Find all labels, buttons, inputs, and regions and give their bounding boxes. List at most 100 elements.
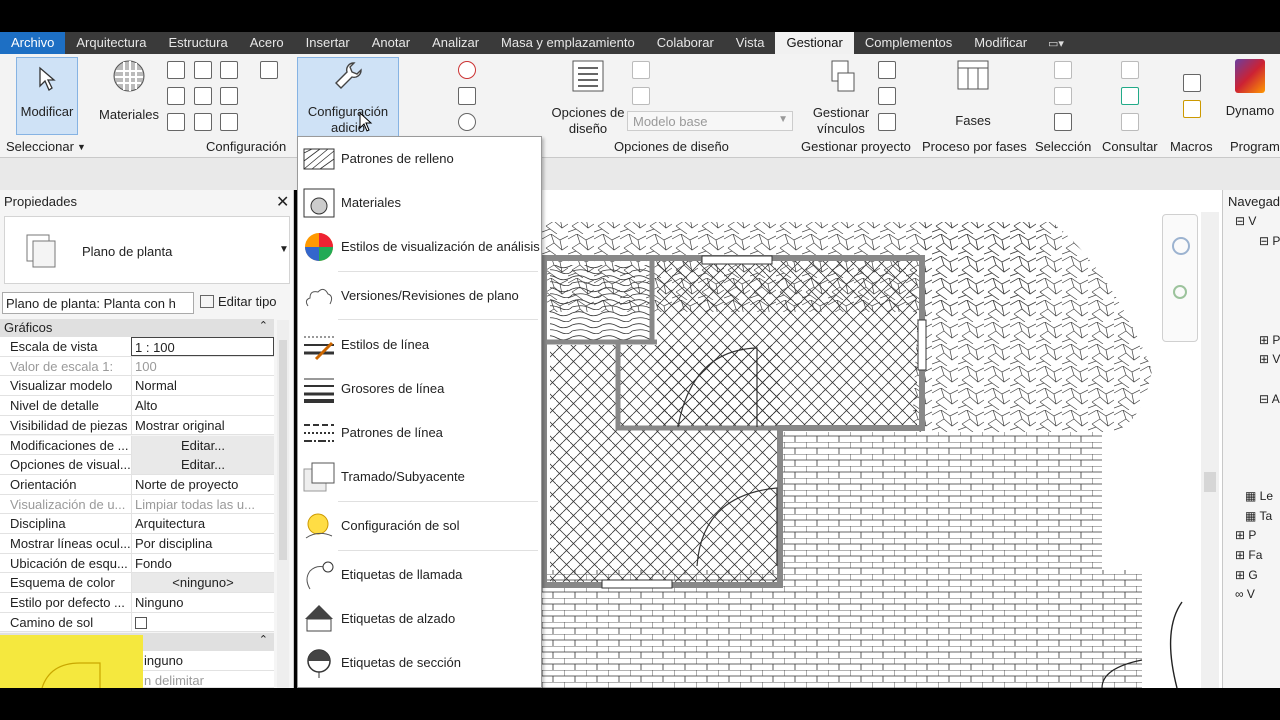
prop-value[interactable]: Fondo	[131, 553, 274, 573]
edit-type-button[interactable]: Editar tipo	[200, 292, 277, 309]
tab-insertar[interactable]: Insertar	[295, 32, 361, 54]
transfer-standards-icon[interactable]	[220, 87, 238, 105]
starting-view-icon[interactable]	[878, 87, 896, 105]
panel-select[interactable]: Seleccionar	[6, 139, 74, 154]
phases-button[interactable]: Fases	[940, 57, 1006, 135]
zoom-icon[interactable]	[1173, 285, 1187, 299]
prop-row-view-scale[interactable]: Escala de vista 1 : 100	[0, 337, 274, 357]
prop-value[interactable]: Ninguno	[131, 593, 274, 613]
prop-value[interactable]: Norte de proyecto	[131, 474, 274, 494]
warnings-icon[interactable]	[1121, 113, 1139, 131]
ids-of-selection-icon[interactable]	[1121, 87, 1139, 105]
browser-item-views-2[interactable]: ⊞ V	[1259, 352, 1280, 366]
drawing-canvas[interactable]	[541, 190, 1222, 689]
prop-row-graphic-display[interactable]: Opciones de visual... Editar...	[0, 455, 274, 475]
design-option-select[interactable]: Modelo base ▼	[627, 111, 793, 131]
menu-item-elevation-tags[interactable]: Etiquetas de alzado	[298, 597, 541, 641]
tab-masa[interactable]: Masa y emplazamiento	[490, 32, 646, 54]
prop-row-color-scheme[interactable]: Esquema de color <ninguno>	[0, 573, 274, 594]
tab-archivo[interactable]: Archivo	[0, 32, 66, 54]
tab-colaborar[interactable]: Colaborar	[646, 32, 725, 54]
materials-button[interactable]: Materiales	[96, 57, 162, 135]
color-scheme-button[interactable]: <ninguno>	[131, 573, 274, 593]
menu-item-materials[interactable]: Materiales	[298, 181, 541, 225]
sun-path-checkbox[interactable]	[135, 616, 147, 629]
menu-item-analysis-display-styles[interactable]: Estilos de visualización de análisis	[298, 225, 541, 269]
structural-settings-icon[interactable]	[220, 113, 238, 131]
browser-item-views[interactable]: ⊟ V	[1235, 214, 1256, 228]
add-to-set-icon[interactable]	[632, 61, 650, 79]
browser-item-schedules[interactable]: ▦ Ta	[1245, 509, 1272, 523]
dynamo-button[interactable]: Dynamo	[1220, 57, 1280, 135]
prop-value[interactable]: Normal	[131, 376, 274, 396]
select-by-id-icon[interactable]	[1121, 61, 1139, 79]
properties-scrollbar[interactable]	[277, 320, 289, 688]
panel-select-chevron-icon[interactable]: ▼	[77, 142, 86, 152]
edit-button[interactable]: Editar...	[131, 435, 274, 455]
menu-item-sheet-revisions[interactable]: Versiones/Revisiones de plano	[298, 274, 541, 318]
prop-row-detail-level[interactable]: Nivel de detalle Alto	[0, 396, 274, 416]
shared-parameters-icon[interactable]	[194, 87, 212, 105]
prop-row-color-scheme-location[interactable]: Ubicación de esqu... Fondo	[0, 553, 274, 574]
pick-to-edit-icon[interactable]	[632, 87, 650, 105]
tab-modificar[interactable]: Modificar	[963, 32, 1038, 54]
additional-settings-button[interactable]: Configuración adicio	[297, 57, 399, 137]
edit-selection-icon[interactable]	[1054, 113, 1072, 131]
prop-row-display-model[interactable]: Visualizar modelo Normal	[0, 376, 274, 397]
tab-vista[interactable]: Vista	[725, 32, 776, 54]
browser-item-revit-links[interactable]: ∞ V	[1235, 587, 1255, 601]
instance-filter-select[interactable]: Plano de planta: Planta con h	[2, 292, 194, 314]
position-icon[interactable]	[458, 113, 476, 131]
snaps-icon[interactable]	[194, 61, 212, 79]
save-selection-icon[interactable]	[1054, 61, 1072, 79]
tab-complementos[interactable]: Complementos	[854, 32, 963, 54]
modify-button[interactable]: Modificar	[16, 57, 78, 135]
project-parameters-icon[interactable]	[167, 87, 185, 105]
prop-row-vg-overrides[interactable]: Modificaciones de ... Editar...	[0, 435, 274, 456]
tab-acero[interactable]: Acero	[239, 32, 295, 54]
macro-manager-icon[interactable]	[1183, 74, 1201, 92]
prop-row-default-analysis[interactable]: Estilo por defecto ... Ninguno	[0, 593, 274, 613]
prop-value[interactable]: inguno	[140, 651, 283, 670]
menu-item-section-tags[interactable]: Etiquetas de sección	[298, 641, 541, 685]
manage-links-button[interactable]: Gestionar vínculos	[807, 57, 875, 136]
coordinates-icon[interactable]	[458, 87, 476, 105]
prop-value[interactable]: Por disciplina	[131, 534, 274, 553]
browser-item-groups[interactable]: ⊞ G	[1235, 568, 1258, 582]
menu-item-callout-tags[interactable]: Etiquetas de llamada	[298, 553, 541, 597]
project-info-icon[interactable]	[220, 61, 238, 79]
tab-overflow-icon[interactable]: ▭▾	[1038, 37, 1074, 50]
steering-wheel-icon[interactable]	[1172, 237, 1190, 255]
location-icon[interactable]	[458, 61, 476, 79]
menu-item-line-styles[interactable]: Estilos de línea	[298, 323, 541, 367]
menu-item-halftone-underlay[interactable]: Tramado/Subyacente	[298, 455, 541, 499]
decal-types-icon[interactable]	[878, 113, 896, 131]
scrollbar-thumb[interactable]	[279, 340, 287, 560]
menu-item-sun-settings[interactable]: Configuración de sol	[298, 504, 541, 548]
browser-item-legends[interactable]: ▦ Le	[1245, 489, 1273, 503]
prop-value[interactable]: Alto	[131, 396, 274, 416]
type-selector[interactable]: Plano de planta ▼	[4, 216, 290, 284]
browser-item-plans-2[interactable]: ⊞ P	[1259, 333, 1280, 347]
load-selection-icon[interactable]	[1054, 87, 1072, 105]
tab-analizar[interactable]: Analizar	[421, 32, 490, 54]
edit-button[interactable]: Editar...	[131, 455, 274, 475]
prop-row-parts-visibility[interactable]: Visibilidad de piezas Mostrar original	[0, 415, 274, 436]
tab-gestionar[interactable]: Gestionar	[775, 32, 854, 54]
prop-row-orientation[interactable]: Orientación Norte de proyecto	[0, 474, 274, 495]
menu-item-line-weights[interactable]: Grosores de línea	[298, 367, 541, 411]
browser-item-sheets[interactable]: ⊞ P	[1235, 528, 1256, 542]
manage-images-icon[interactable]	[878, 61, 896, 79]
prop-row-sun-path[interactable]: Camino de sol	[0, 612, 274, 633]
object-styles-icon[interactable]	[167, 61, 185, 79]
browser-item-elevations[interactable]: ⊟ A	[1259, 392, 1280, 406]
tab-anotar[interactable]: Anotar	[361, 32, 421, 54]
prop-row-discipline[interactable]: Disciplina Arquitectura	[0, 514, 274, 534]
browser-item-plans[interactable]: ⊟ P	[1259, 234, 1280, 248]
macro-security-icon[interactable]	[1183, 100, 1201, 118]
prop-value[interactable]: Mostrar original	[131, 415, 274, 435]
design-options-button[interactable]: Opciones de diseño	[548, 57, 628, 136]
prop-value[interactable]: 1 : 100	[131, 337, 274, 356]
project-units-icon[interactable]	[194, 113, 212, 131]
purge-unused-icon[interactable]	[167, 113, 185, 131]
